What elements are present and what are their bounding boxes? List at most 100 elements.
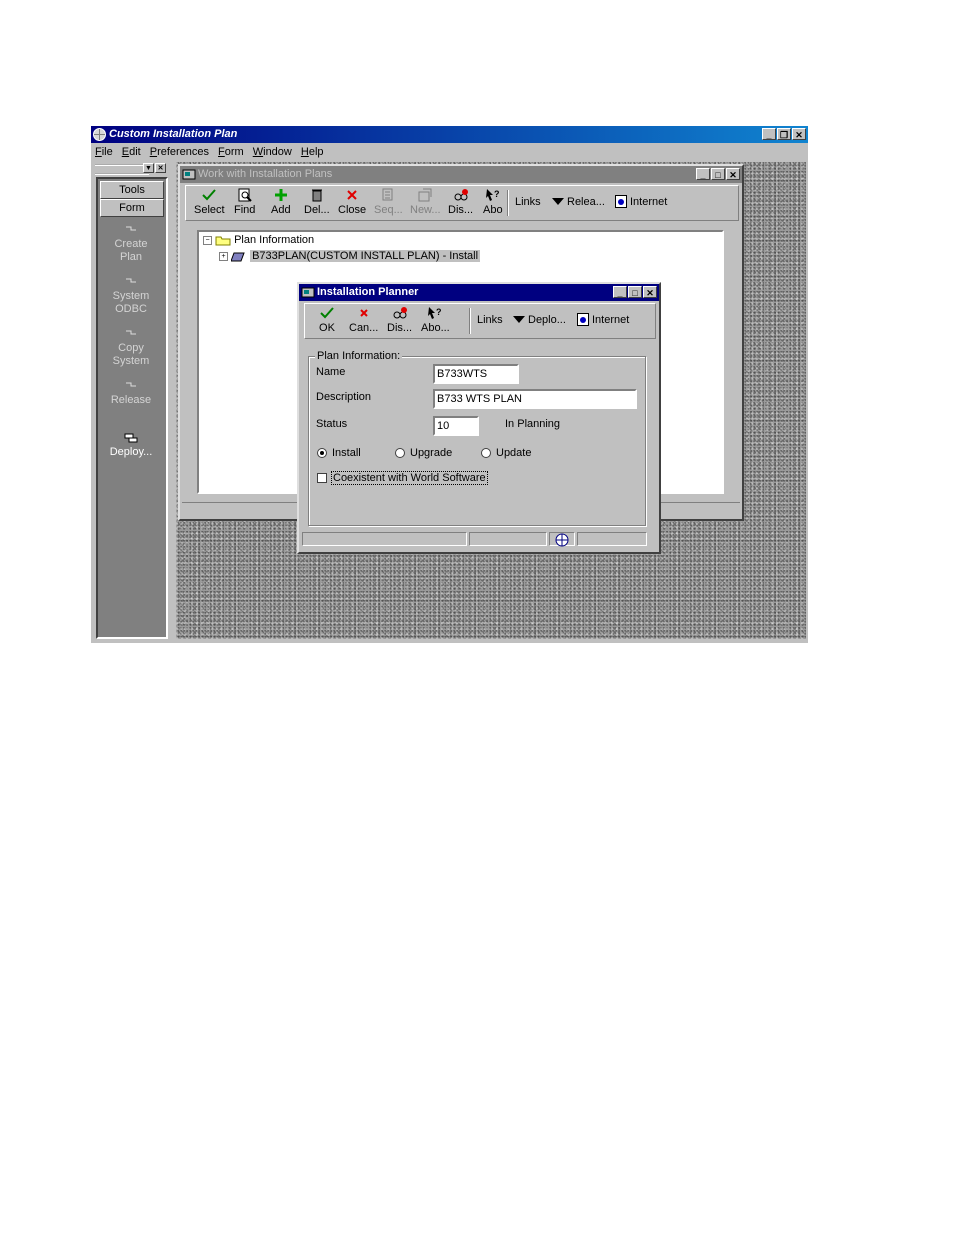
menu-edit[interactable]: Edit (122, 143, 141, 161)
internet-link[interactable]: Internet (630, 196, 667, 208)
checkbox-icon (317, 473, 327, 483)
checkmark-icon (202, 189, 217, 201)
help-pointer-icon: ? (485, 189, 500, 201)
tab-tools[interactable]: Tools (100, 181, 164, 199)
form-exit-icon (126, 382, 136, 387)
status-description: In Planning (505, 418, 561, 430)
display-button[interactable]: Dis... (448, 188, 473, 216)
trash-icon (311, 189, 322, 202)
planner-title-bar[interactable]: Installation Planner _ □ ✕ (299, 284, 659, 301)
description-label: Description (316, 391, 372, 403)
sidebar-item-deploy[interactable]: Deploy... (100, 433, 162, 459)
tab-form[interactable]: Form (100, 199, 164, 217)
sidebar-grip[interactable] (95, 164, 149, 175)
app-window: Custom Installation Plan _ ❐ ✕ File Edit… (91, 126, 808, 643)
deploy-menu[interactable]: Deplo... (528, 314, 566, 326)
release-menu[interactable]: Relea... (567, 196, 605, 208)
minimize-icon[interactable]: _ (762, 128, 776, 140)
tree-plan-label: B733PLAN(CUSTOM INSTALL PLAN) - Install (250, 250, 481, 262)
collapse-icon[interactable]: − (203, 235, 212, 245)
new-button[interactable]: New... (410, 188, 441, 216)
sidebar-item-release[interactable]: Release (100, 381, 162, 407)
menu-help[interactable]: Help (301, 143, 324, 161)
display-icon (393, 307, 407, 319)
deploy-icon (124, 433, 138, 443)
menu-form[interactable]: Form (218, 143, 244, 161)
maximize-icon[interactable]: □ (628, 286, 642, 298)
tree-root-label: Plan Information (234, 234, 315, 246)
close-icon[interactable]: ✕ (792, 128, 806, 140)
minimize-icon[interactable]: _ (613, 286, 627, 298)
sequence-button[interactable]: Seq... (374, 188, 403, 216)
globe-icon (555, 533, 569, 547)
sidebar-item-create-plan[interactable]: Create Plan (100, 225, 162, 264)
planner-toolbar: OK Can... Dis... ? Abo... Links Deplo... (304, 303, 656, 339)
cancel-button[interactable]: Can... (349, 306, 378, 334)
links-menu[interactable]: Links (477, 314, 503, 326)
about-button[interactable]: ? Abo... (421, 306, 450, 334)
tree-root-node[interactable]: − Plan Information (203, 234, 314, 246)
menu-preferences[interactable]: Preferences (150, 143, 209, 161)
tree-plan-node[interactable]: + B733PLAN(CUSTOM INSTALL PLAN) - Instal… (219, 250, 481, 262)
svg-text:?: ? (436, 307, 442, 317)
maximize-icon[interactable]: □ (711, 168, 725, 180)
form-exit-icon (126, 226, 136, 231)
app-title: Custom Installation Plan (109, 128, 238, 140)
find-icon (238, 188, 252, 202)
close-icon[interactable]: ✕ (643, 286, 657, 298)
plus-icon (274, 189, 287, 201)
menu-bar: File Edit Preferences Form Window Help (91, 143, 808, 161)
coexistent-checkbox[interactable]: Coexistent with World Software (317, 471, 488, 485)
radio-selected-icon (317, 448, 327, 458)
mdi-workspace: Work with Installation Plans _ □ ✕ Selec… (176, 162, 806, 639)
minimize-icon[interactable]: _ (696, 168, 710, 180)
links-menu[interactable]: Links (515, 196, 541, 208)
globe-icon (93, 128, 106, 141)
work-toolbar: Select Find Add Del... Close Seq... New.… (185, 185, 739, 221)
upgrade-radio[interactable]: Upgrade (395, 447, 452, 459)
svg-text:?: ? (494, 189, 500, 199)
work-window-title-bar[interactable]: Work with Installation Plans _ □ ✕ (180, 166, 742, 183)
form-icon (301, 287, 315, 298)
select-button[interactable]: Select (194, 188, 225, 216)
app-title-bar[interactable]: Custom Installation Plan _ ❐ ✕ (91, 126, 808, 143)
delete-button[interactable]: Del... (304, 188, 330, 216)
menu-file[interactable]: File (95, 143, 113, 161)
find-button[interactable]: Find (234, 188, 255, 216)
status-input[interactable] (433, 416, 479, 436)
dropdown-arrow-icon[interactable] (513, 316, 525, 324)
status-label: Status (316, 418, 348, 430)
internet-link[interactable]: Internet (592, 314, 629, 326)
sidebar-item-system-odbc[interactable]: System ODBC (100, 277, 162, 316)
restore-icon[interactable]: ❐ (777, 128, 791, 140)
name-input[interactable] (433, 364, 519, 384)
display-button[interactable]: Dis... (387, 306, 412, 334)
sidebar-dropdown-icon[interactable]: ▼ (143, 163, 154, 173)
update-radio[interactable]: Update (481, 447, 531, 459)
sidebar: Tools Form Create Plan System ODBC Copy … (96, 177, 168, 639)
plan-icon (230, 252, 245, 262)
sidebar-close-icon[interactable]: ✕ (155, 163, 166, 173)
expand-icon[interactable]: + (219, 251, 228, 261)
install-radio[interactable]: Install (317, 447, 361, 459)
planner-status-bar (302, 532, 658, 548)
ok-button[interactable]: OK (319, 306, 335, 334)
close-button[interactable]: Close (338, 188, 366, 216)
display-icon (454, 189, 468, 201)
new-document-icon (418, 188, 432, 202)
sequence-icon (382, 188, 393, 201)
dropdown-arrow-icon[interactable] (552, 198, 564, 206)
sidebar-item-copy-system[interactable]: Copy System (100, 329, 162, 368)
sidebar-frame: ▼ ✕ Tools Form Create Plan System ODBC C… (93, 162, 168, 641)
folder-icon (215, 236, 231, 246)
add-button[interactable]: Add (271, 188, 291, 216)
internet-icon (615, 195, 627, 208)
group-title: Plan Information: (315, 350, 403, 362)
menu-window[interactable]: Window (253, 143, 292, 161)
form-exit-icon (126, 278, 136, 283)
plan-information-group: Plan Information: Name Description Statu… (308, 350, 646, 526)
radio-icon (395, 448, 405, 458)
description-input[interactable] (433, 389, 637, 409)
close-icon[interactable]: ✕ (726, 168, 740, 180)
about-button[interactable]: ? Abo (483, 188, 503, 216)
